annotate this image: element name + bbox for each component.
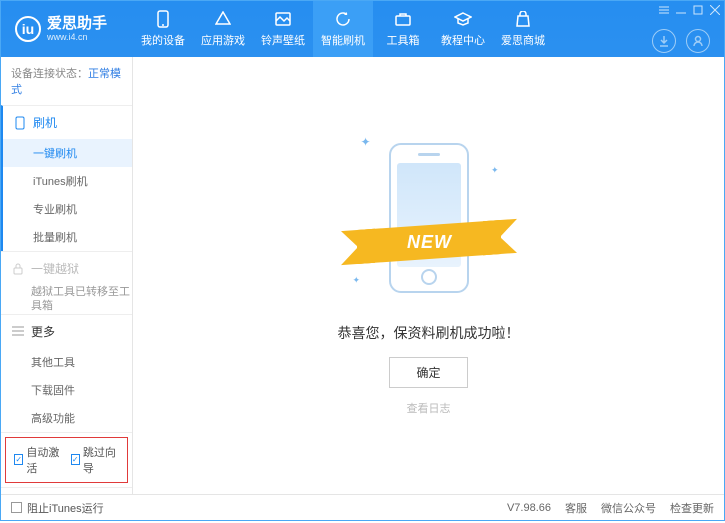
statusbar: 阻止iTunes运行 V7.98.66 客服 微信公众号 检查更新 [1,494,724,520]
list-icon [11,324,25,338]
checkbox-block-itunes[interactable]: 阻止iTunes运行 [11,500,104,516]
ribbon-label: NEW [406,232,451,253]
view-log-link[interactable]: 查看日志 [407,400,451,416]
checkbox-empty-icon [11,502,22,513]
nav-apps[interactable]: 应用游戏 [193,1,253,57]
sidebar-item-pro-flash[interactable]: 专业刷机 [33,195,132,223]
toolbox-icon [394,10,412,28]
main-content: ✦ ✦ ✦ NEW 恭喜您，保资料刷机成功啦！ 确定 查看日志 [133,57,724,494]
sidebar-section-jailbreak[interactable]: 一键越狱 [1,252,132,285]
nav-store[interactable]: 爱思商城 [493,1,553,57]
checkbox-skip-wizard[interactable]: ✓ 跳过向导 [71,444,120,476]
nav-flash[interactable]: 智能刷机 [313,1,373,57]
sidebar-section-more[interactable]: 更多 [1,315,132,348]
nav-my-device[interactable]: 我的设备 [133,1,193,57]
sidebar-item-other-tools[interactable]: 其他工具 [31,348,132,376]
apps-icon [214,10,232,28]
sidebar: 设备连接状态：正常模式 刷机 一键刷机 iTunes刷机 专业刷机 批量刷机 一… [1,57,133,494]
jailbreak-note: 越狱工具已转移至工具箱 [31,285,132,314]
checkbox-auto-activate[interactable]: ✓ 自动激活 [14,444,63,476]
titlebar: iu 爱思助手 www.i4.cn 我的设备 应用游戏 铃声壁纸 智能刷机 [1,1,724,57]
wallpaper-icon [274,10,292,28]
logo-icon: iu [15,16,41,42]
sidebar-item-batch-flash[interactable]: 批量刷机 [33,223,132,251]
phone-icon [154,10,172,28]
nav-ringtones[interactable]: 铃声壁纸 [253,1,313,57]
sidebar-item-itunes-flash[interactable]: iTunes刷机 [33,167,132,195]
maximize-icon[interactable] [693,5,703,15]
connection-status: 设备连接状态：正常模式 [1,57,132,105]
brand-logo: iu 爱思助手 www.i4.cn [1,16,133,42]
customer-service-link[interactable]: 客服 [565,500,587,516]
checkbox-row-highlighted: ✓ 自动激活 ✓ 跳过向导 [5,437,128,483]
close-icon[interactable] [710,5,720,15]
nav-tutorials[interactable]: 教程中心 [433,1,493,57]
download-button[interactable] [652,29,676,53]
wechat-link[interactable]: 微信公众号 [601,500,656,516]
bag-icon [514,10,532,28]
graduation-icon [454,10,472,28]
brand-name: 爱思助手 [47,16,107,33]
connected-device[interactable]: iPhone 12 mini 64GB Down-12mini-13,1 [1,487,132,494]
refresh-icon [334,10,352,28]
nav-toolbox[interactable]: 工具箱 [373,1,433,57]
brand-url: www.i4.cn [47,33,107,42]
lock-icon [11,262,25,276]
minimize-icon[interactable] [676,5,686,15]
main-nav: 我的设备 应用游戏 铃声壁纸 智能刷机 工具箱 教程中心 [133,1,652,57]
sidebar-item-download-firmware[interactable]: 下载固件 [31,376,132,404]
sidebar-item-one-key-flash[interactable]: 一键刷机 [3,139,132,167]
user-button[interactable] [686,29,710,53]
sidebar-section-flash[interactable]: 刷机 [3,106,132,139]
phone-icon [13,116,27,130]
ok-button[interactable]: 确定 [389,357,467,388]
checkmark-icon: ✓ [71,454,80,465]
version-label: V7.98.66 [507,502,551,514]
success-illustration: ✦ ✦ ✦ NEW [369,135,489,305]
sidebar-item-advanced[interactable]: 高级功能 [31,404,132,432]
success-message: 恭喜您，保资料刷机成功啦！ [338,323,520,343]
menu-icon[interactable] [659,5,669,15]
checkmark-icon: ✓ [14,454,23,465]
window-controls [659,5,724,15]
check-update-link[interactable]: 检查更新 [670,500,714,516]
